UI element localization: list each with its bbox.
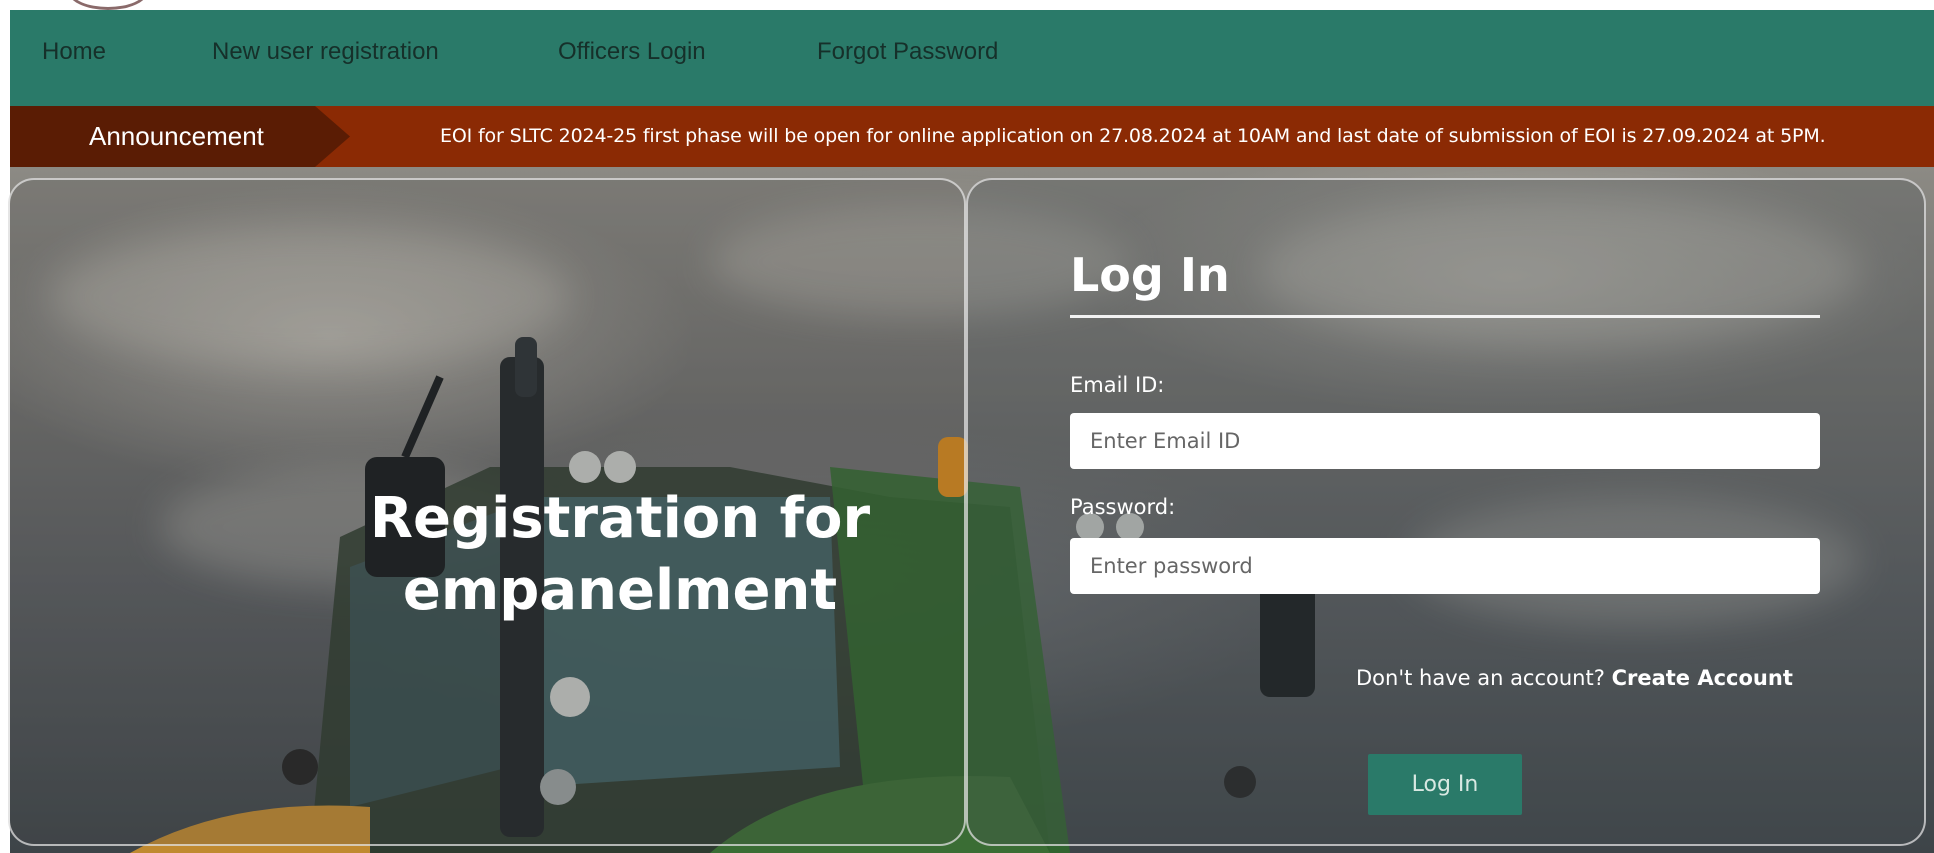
announcement-text: EOI for SLTC 2024-25 first phase will be… bbox=[440, 125, 1826, 147]
page: Home New user registration Officers Logi… bbox=[0, 0, 1934, 853]
password-label: Password: bbox=[1070, 495, 1176, 519]
email-field[interactable] bbox=[1070, 413, 1820, 469]
nav-new-user-registration[interactable]: New user registration bbox=[212, 38, 439, 66]
site-logo bbox=[68, 0, 148, 10]
signup-prompt: Don't have an account? Create Account bbox=[1356, 666, 1793, 690]
announcement-label: Announcement bbox=[89, 121, 264, 151]
password-field[interactable] bbox=[1070, 538, 1820, 594]
hero-title: Registration for empanelment bbox=[369, 486, 871, 623]
top-navbar: Home New user registration Officers Logi… bbox=[10, 10, 1934, 106]
email-label: Email ID: bbox=[1070, 373, 1165, 397]
no-account-text: Don't have an account? bbox=[1356, 666, 1612, 690]
login-title: Log In bbox=[1070, 248, 1230, 302]
nav-officers-login[interactable]: Officers Login bbox=[558, 38, 706, 66]
create-account-link[interactable]: Create Account bbox=[1612, 666, 1793, 690]
announcement-bar: Announcement EOI for SLTC 2024-25 first … bbox=[10, 106, 1934, 167]
login-title-divider bbox=[1070, 315, 1820, 318]
nav-forgot-password[interactable]: Forgot Password bbox=[817, 38, 998, 66]
login-button[interactable]: Log In bbox=[1368, 754, 1522, 815]
nav-home[interactable]: Home bbox=[42, 38, 106, 66]
